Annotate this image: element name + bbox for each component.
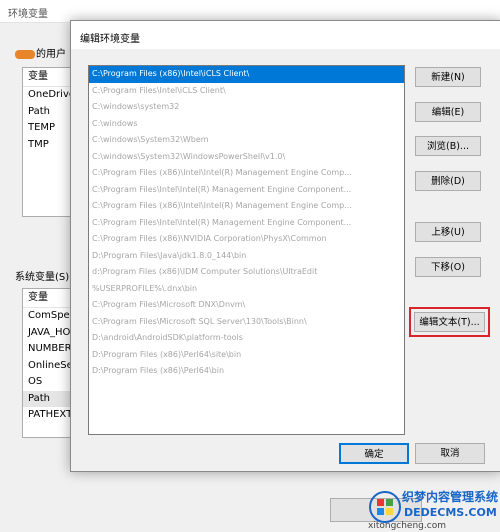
path-item[interactable]: C:\Program Files (x86)\NVIDIA Corporatio… — [89, 231, 404, 248]
move-up-button[interactable]: 上移(U) — [415, 222, 481, 242]
path-item-selected[interactable]: C:\Program Files (x86)\Intel\iCLS Client… — [89, 66, 404, 83]
dialog-title: 编辑环境变量 — [80, 34, 140, 45]
edit-text-button[interactable]: 编辑文本(T)... — [414, 312, 485, 332]
windows-logo-icon — [369, 491, 401, 523]
edit-text-highlight: 编辑文本(T)... — [409, 307, 490, 337]
dialog-titlebar: 编辑环境变量 — [71, 21, 500, 49]
path-item[interactable]: C:\Program Files\Intel\Intel(R) Manageme… — [89, 215, 404, 232]
watermark: 织梦内容管理系统 DEDECMS.COM xitongcheng.com — [368, 488, 500, 532]
system-vars-label: 系统变量(S) — [15, 272, 70, 283]
redacted-username — [15, 49, 35, 59]
cancel-button[interactable]: 取消 — [415, 443, 485, 464]
user-vars-label: 的用户 — [15, 45, 66, 60]
delete-button[interactable]: 删除(D) — [415, 171, 481, 191]
browse-button[interactable]: 浏览(B)... — [415, 136, 481, 156]
path-item[interactable]: C:\windows — [89, 116, 404, 133]
path-item[interactable]: C:\Program Files (x86)\Intel\Intel(R) Ma… — [89, 198, 404, 215]
move-down-button[interactable]: 下移(O) — [415, 257, 481, 277]
path-item[interactable]: C:\windows\System32\Wbem — [89, 132, 404, 149]
back-window-title: 环境变量 — [8, 9, 48, 20]
path-item[interactable]: D:\Program Files (x86)\Perl64\site\bin — [89, 347, 404, 364]
path-item[interactable]: C:\Program Files\Microsoft DNX\Dnvm\ — [89, 297, 404, 314]
watermark-url: xitongcheng.com — [368, 521, 446, 531]
path-item[interactable]: C:\Program Files\Intel\Intel(R) Manageme… — [89, 182, 404, 199]
path-item[interactable]: d:\Program Files (x86)\IDM Computer Solu… — [89, 264, 404, 281]
edit-environment-variable-dialog: 编辑环境变量 C:\Program Files (x86)\Intel\iCLS… — [70, 20, 500, 472]
new-button[interactable]: 新建(N) — [415, 67, 481, 87]
watermark-title: 织梦内容管理系统 — [402, 490, 499, 504]
path-item[interactable]: C:\windows\System32\WindowsPowerShell\v1… — [89, 149, 404, 166]
watermark-brand: DEDECMS.COM — [404, 506, 497, 519]
path-item[interactable]: %USERPROFILE%\.dnx\bin — [89, 281, 404, 298]
path-item[interactable]: C:\Program Files\Intel\iCLS Client\ — [89, 83, 404, 100]
path-item[interactable]: D:\Program Files\Java\jdk1.8.0_144\bin — [89, 248, 404, 265]
edit-button[interactable]: 编辑(E) — [415, 102, 481, 122]
path-list[interactable]: C:\Program Files (x86)\Intel\iCLS Client… — [88, 65, 405, 435]
ok-button[interactable]: 确定 — [339, 443, 409, 464]
path-item[interactable]: C:\Program Files (x86)\Intel\Intel(R) Ma… — [89, 165, 404, 182]
path-item[interactable]: C:\windows\system32 — [89, 99, 404, 116]
path-item[interactable]: D:\android\AndroidSDK\platform-tools — [89, 330, 404, 347]
path-item[interactable]: D:\Program Files (x86)\Perl64\bin — [89, 363, 404, 380]
path-item[interactable]: C:\Program Files\Microsoft SQL Server\13… — [89, 314, 404, 331]
